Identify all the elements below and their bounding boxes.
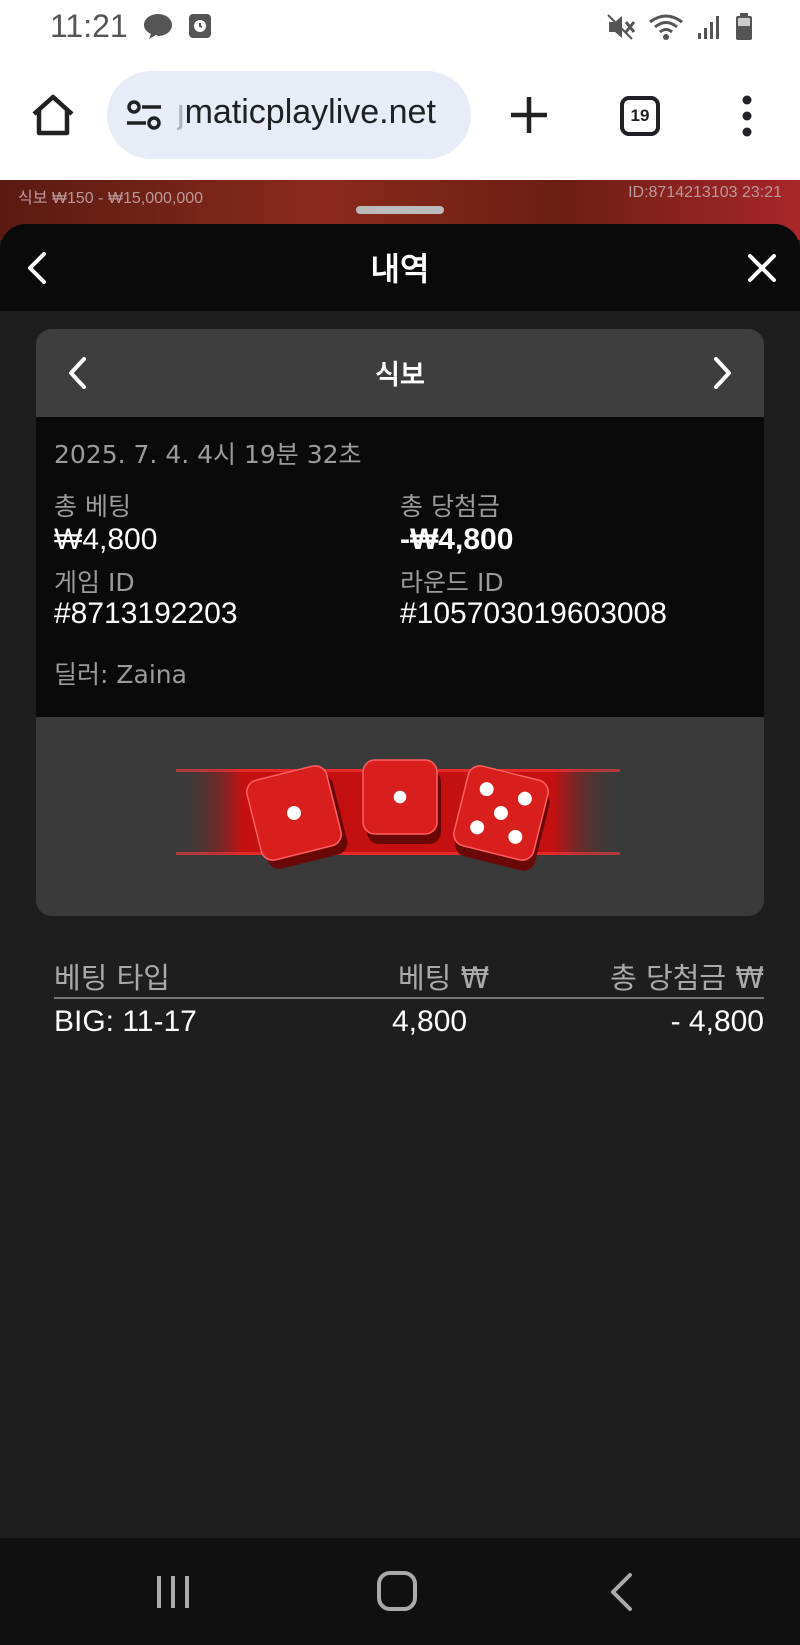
status-bar: 11:21	[0, 0, 800, 56]
total-win-header: 총 당첨금 ₩	[610, 961, 764, 995]
history-sheet: 내역 식보 2025. 7. 4. 4시 19분 32초 총 베팅 ₩4,800…	[0, 224, 800, 1538]
clock-app-icon	[189, 14, 211, 38]
round-id-label: 라운드 ID	[400, 568, 504, 597]
die-2	[362, 759, 441, 844]
round-date: 2025. 7. 4. 4시 19분 32초	[54, 440, 362, 469]
die-pip	[393, 790, 407, 804]
url-text: ȷmaticplaylive.net	[177, 93, 467, 132]
close-icon[interactable]	[746, 252, 778, 284]
sheet-drag-handle[interactable]	[356, 206, 444, 214]
browser-toolbar: ȷmaticplaylive.net 19	[0, 56, 800, 180]
history-header: 내역	[0, 224, 800, 311]
round-card: 식보 2025. 7. 4. 4시 19분 32초 총 베팅 ₩4,800 총 …	[36, 329, 764, 916]
game-id-time: ID:8714213103 23:21	[628, 184, 782, 201]
home-nav-icon[interactable]	[376, 1570, 418, 1612]
url-domain: maticplaylive.net	[184, 93, 436, 131]
url-faded-prefix: ȷ	[177, 93, 185, 131]
total-win-label: 총 당첨금	[400, 492, 500, 521]
system-nav-bar	[0, 1538, 800, 1645]
game-id-value: #8713192203	[54, 597, 238, 630]
new-tab-icon[interactable]	[508, 94, 550, 136]
address-bar[interactable]: ȷmaticplaylive.net	[107, 71, 471, 159]
total-bet-label: 총 베팅	[54, 492, 131, 521]
recent-apps-icon[interactable]	[155, 1574, 191, 1610]
total-win-value: -₩4,800	[400, 523, 514, 556]
dice-result-graphic	[176, 759, 620, 871]
bet-type-header: 베팅 타입	[54, 961, 170, 995]
more-menu-icon[interactable]	[735, 94, 759, 138]
game-id-label: 게임 ID	[54, 568, 135, 597]
bet-limits: 식보 ₩150 - ₩15,000,000	[18, 190, 204, 207]
status-right-icons	[606, 12, 754, 42]
bet-win-cell: - 4,800	[670, 1005, 764, 1038]
dice-result-area	[36, 717, 764, 916]
dealer-name: 딜러: Zaina	[54, 660, 187, 689]
round-id-value: #105703019603008	[400, 597, 667, 630]
battery-icon	[736, 13, 752, 40]
status-left-icons	[142, 12, 212, 40]
tab-switcher-button[interactable]: 19	[620, 96, 660, 136]
bet-amount-header: 베팅 ₩	[398, 961, 490, 995]
bets-table: 베팅 타입 베팅 ₩ 총 당첨금 ₩ BIG: 11-17 4,800 - 4,…	[54, 925, 764, 1049]
round-card-header: 식보	[36, 329, 764, 417]
wifi-icon	[649, 14, 683, 40]
home-icon[interactable]	[30, 92, 76, 138]
bet-type-cell: BIG: 11-17	[54, 1005, 197, 1038]
mute-icon	[607, 14, 636, 40]
round-details: 2025. 7. 4. 4시 19분 32초 총 베팅 ₩4,800 총 당첨금…	[36, 417, 764, 717]
dice-group	[246, 759, 550, 871]
next-round-icon[interactable]	[710, 355, 734, 391]
total-bet-value: ₩4,800	[54, 523, 158, 556]
bets-table-header: 베팅 타입 베팅 ₩ 총 당첨금 ₩	[54, 925, 764, 999]
bet-amount-cell: 4,800	[392, 1005, 468, 1038]
game-name: 식보	[375, 360, 425, 391]
table-row: BIG: 11-17 4,800 - 4,800	[54, 999, 764, 1049]
signal-icon	[698, 16, 719, 39]
history-title: 내역	[370, 250, 430, 288]
back-nav-icon[interactable]	[608, 1572, 634, 1612]
site-settings-icon[interactable]	[125, 99, 163, 131]
status-time: 11:21	[50, 8, 128, 44]
chat-bubble-icon	[144, 14, 172, 39]
